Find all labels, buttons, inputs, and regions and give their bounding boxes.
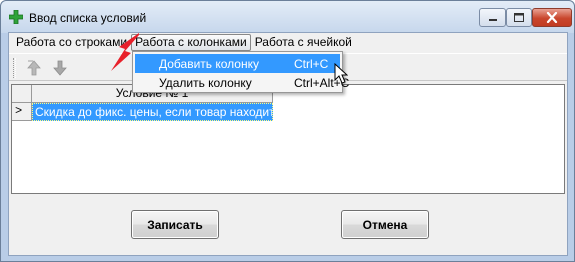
menu-cell[interactable]: Работа с ячейкой (251, 34, 356, 51)
maximize-button[interactable] (506, 8, 532, 27)
save-button[interactable]: Записать (131, 210, 219, 239)
app-icon (9, 10, 23, 24)
close-button[interactable] (532, 8, 572, 27)
menu-bar: Работа со строками Работа с колонками Ра… (9, 33, 567, 52)
delete-column-label: Удалить колонку (159, 75, 252, 90)
close-icon (546, 12, 558, 23)
add-column-shortcut: Ctrl+C (294, 56, 329, 71)
move-down-button[interactable] (49, 57, 71, 79)
cancel-button[interactable]: Отмена (341, 210, 429, 239)
menu-columns[interactable]: Работа с колонками (131, 34, 251, 51)
window-title: Ввод списка условий (29, 11, 147, 25)
move-down-icon (53, 60, 67, 76)
maximize-icon (514, 13, 524, 22)
minimize-button[interactable] (479, 8, 506, 27)
move-up-button[interactable] (23, 57, 45, 79)
columns-dropdown-menu: Добавить колонку Ctrl+C Удалить колонку … (132, 51, 349, 93)
move-up-icon (27, 60, 41, 76)
grid-cell-selected[interactable]: Скидка до фикс. цены, если товар находит… (32, 103, 273, 121)
add-column-label: Добавить колонку (159, 56, 259, 71)
mouse-cursor-icon (334, 63, 348, 84)
grid-corner[interactable] (12, 85, 32, 103)
menu-item-add-column[interactable]: Добавить колонку Ctrl+C (135, 54, 340, 73)
toolbar-grip[interactable] (13, 58, 16, 78)
title-bar[interactable]: Ввод списка условий (1, 1, 574, 33)
conditions-grid[interactable]: Условие № 1 > Скидка до фикс. цены, если… (11, 84, 565, 194)
dialog-window: Ввод списка условий Работа со строками Р… (0, 0, 575, 262)
row-indicator[interactable]: > (12, 103, 32, 121)
menu-item-delete-column[interactable]: Удалить колонку Ctrl+Alt+C (135, 73, 349, 92)
minimize-icon (488, 18, 497, 21)
